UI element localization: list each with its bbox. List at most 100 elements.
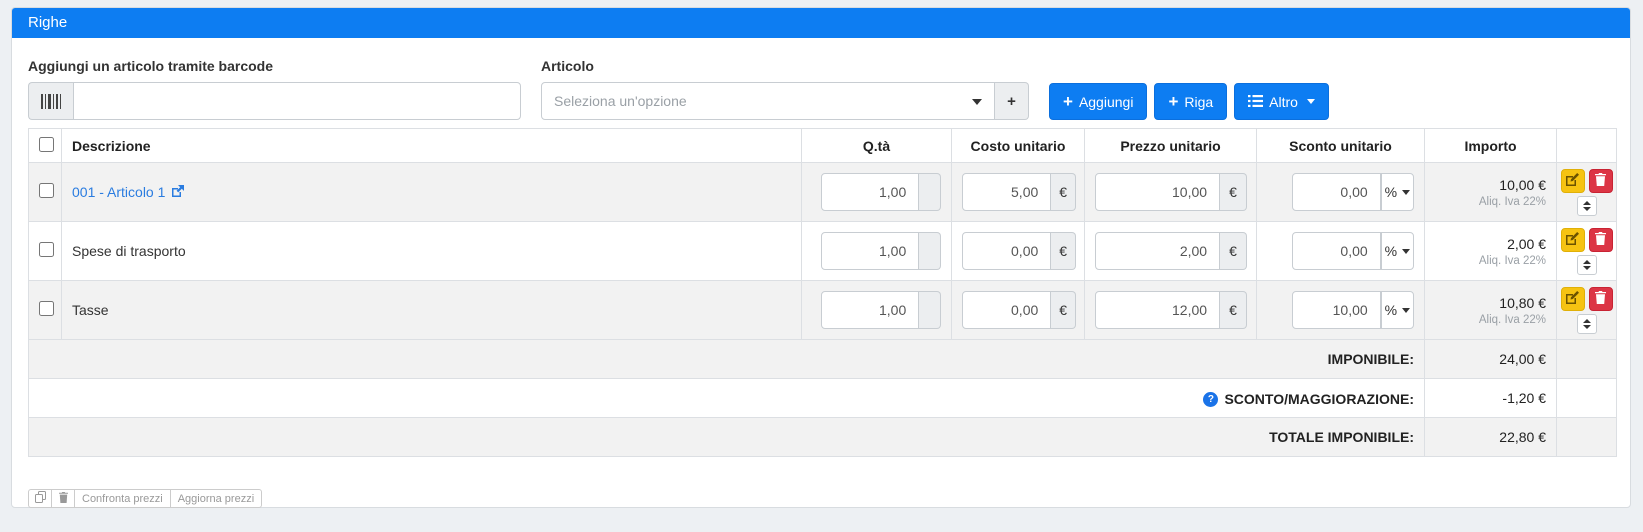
- row-vat: Aliq. Iva 22%: [1435, 314, 1546, 326]
- header-prezzo-unitario: Prezzo unitario: [1085, 129, 1257, 163]
- duplicate-rows-button[interactable]: [28, 489, 52, 508]
- header-descrizione: Descrizione: [62, 129, 802, 163]
- sort-down-icon: [1583, 207, 1591, 211]
- list-icon: [1248, 94, 1263, 110]
- riga-button[interactable]: + Riga: [1154, 83, 1227, 120]
- plus-icon: +: [1063, 93, 1073, 110]
- discount-input[interactable]: [1292, 232, 1381, 270]
- delete-row-button[interactable]: [1589, 169, 1613, 193]
- summary-row-imponibile: IMPONIBILE: 24,00 €: [29, 340, 1617, 379]
- trash-icon: [1595, 232, 1606, 248]
- delete-row-button[interactable]: [1589, 228, 1613, 252]
- discount-input[interactable]: [1292, 173, 1381, 211]
- drag-sort-handle[interactable]: [1577, 314, 1597, 334]
- imponibile-value: 24,00 €: [1425, 340, 1557, 379]
- pencil-square-icon: [1566, 291, 1579, 307]
- delete-row-button[interactable]: [1589, 287, 1613, 311]
- select-all-checkbox[interactable]: [39, 137, 54, 152]
- qty-input[interactable]: [821, 291, 919, 329]
- trash-icon: [1595, 173, 1606, 189]
- barcode-input[interactable]: [73, 82, 521, 120]
- discount-unit-dropdown[interactable]: %: [1381, 173, 1414, 211]
- price-input[interactable]: [1095, 173, 1220, 211]
- row-description: Tasse: [72, 302, 109, 318]
- barcode-icon: [28, 82, 73, 120]
- totale-label: TOTALE IMPONIBILE:: [29, 418, 1425, 457]
- row-checkbox[interactable]: [39, 301, 54, 316]
- chevron-down-icon: [972, 99, 982, 105]
- table-row: 001 - Articolo 1: [29, 163, 1617, 222]
- help-icon[interactable]: ?: [1203, 392, 1218, 407]
- qty-addon: [919, 173, 941, 211]
- edit-row-button[interactable]: [1561, 228, 1585, 252]
- articolo-select[interactable]: Seleziona un'opzione: [541, 82, 995, 120]
- cost-input[interactable]: [962, 173, 1051, 211]
- euro-addon: €: [1220, 173, 1247, 211]
- confronta-prezzi-button[interactable]: Confronta prezzi: [74, 489, 171, 508]
- article-link[interactable]: 001 - Articolo 1: [72, 184, 185, 201]
- euro-addon: €: [1220, 232, 1247, 270]
- qty-input[interactable]: [821, 173, 919, 211]
- pencil-square-icon: [1566, 173, 1579, 189]
- caret-down-icon: [1402, 249, 1410, 254]
- euro-addon: €: [1051, 232, 1076, 270]
- row-checkbox[interactable]: [39, 242, 54, 257]
- row-checkbox[interactable]: [39, 183, 54, 198]
- trash-icon: [1595, 291, 1606, 307]
- header-importo: Importo: [1425, 129, 1557, 163]
- edit-row-button[interactable]: [1561, 287, 1585, 311]
- righe-panel: Righe Aggiungi un articolo tramite barco…: [11, 7, 1631, 508]
- header-sconto-unitario: Sconto unitario: [1257, 129, 1425, 163]
- aggiungi-button[interactable]: + Aggiungi: [1049, 83, 1147, 120]
- table-row: Spese di trasporto € €: [29, 222, 1617, 281]
- articolo-select-placeholder: Seleziona un'opzione: [554, 93, 687, 109]
- row-amount: 10,80 €: [1435, 295, 1546, 311]
- cost-input[interactable]: [962, 291, 1051, 329]
- caret-down-icon: [1402, 308, 1410, 313]
- aggiorna-prezzi-button[interactable]: Aggiorna prezzi: [170, 489, 262, 508]
- altro-dropdown-button[interactable]: Altro: [1234, 83, 1329, 120]
- caret-down-icon: [1402, 190, 1410, 195]
- articolo-field: Articolo Seleziona un'opzione +: [541, 58, 1029, 120]
- totale-value: 22,80 €: [1425, 418, 1557, 457]
- trash-icon: [59, 492, 68, 506]
- qty-input[interactable]: [821, 232, 919, 270]
- discount-unit-dropdown[interactable]: %: [1381, 232, 1414, 270]
- euro-addon: €: [1051, 173, 1076, 211]
- copy-icon: [35, 491, 46, 506]
- row-amount: 10,00 €: [1435, 177, 1546, 193]
- imponibile-label: IMPONIBILE:: [29, 340, 1425, 379]
- discount-input[interactable]: [1292, 291, 1381, 329]
- qty-addon: [919, 232, 941, 270]
- row-vat: Aliq. Iva 22%: [1435, 196, 1546, 208]
- cost-input[interactable]: [962, 232, 1051, 270]
- delete-rows-button[interactable]: [51, 489, 75, 508]
- drag-sort-handle[interactable]: [1577, 255, 1597, 275]
- drag-sort-handle[interactable]: [1577, 196, 1597, 216]
- articolo-label: Articolo: [541, 58, 1029, 74]
- edit-row-button[interactable]: [1561, 169, 1585, 193]
- header-costo-unitario: Costo unitario: [952, 129, 1085, 163]
- row-amount: 2,00 €: [1435, 236, 1546, 252]
- sconto-label: SCONTO/MAGGIORAZIONE:: [1224, 391, 1414, 407]
- pencil-square-icon: [1566, 232, 1579, 248]
- righe-table: Descrizione Q.tà Costo unitario Prezzo u…: [28, 128, 1617, 457]
- plus-icon: +: [1168, 93, 1178, 110]
- discount-unit-dropdown[interactable]: %: [1381, 291, 1414, 329]
- sort-down-icon: [1583, 266, 1591, 270]
- barcode-field: Aggiungi un articolo tramite barcode: [28, 58, 521, 120]
- bulk-actions-toolbar: Confronta prezzi Aggiorna prezzi: [28, 489, 1614, 508]
- table-row: Tasse € €: [29, 281, 1617, 340]
- summary-row-totale: TOTALE IMPONIBILE: 22,80 €: [29, 418, 1617, 457]
- panel-title: Righe: [12, 8, 1630, 38]
- sconto-value: -1,20 €: [1425, 379, 1557, 418]
- sort-up-icon: [1583, 201, 1591, 205]
- sort-up-icon: [1583, 260, 1591, 264]
- header-qta: Q.tà: [802, 129, 952, 163]
- new-article-button[interactable]: +: [995, 82, 1029, 120]
- barcode-label: Aggiungi un articolo tramite barcode: [28, 58, 521, 74]
- euro-addon: €: [1220, 291, 1247, 329]
- price-input[interactable]: [1095, 232, 1220, 270]
- price-input[interactable]: [1095, 291, 1220, 329]
- sort-down-icon: [1583, 325, 1591, 329]
